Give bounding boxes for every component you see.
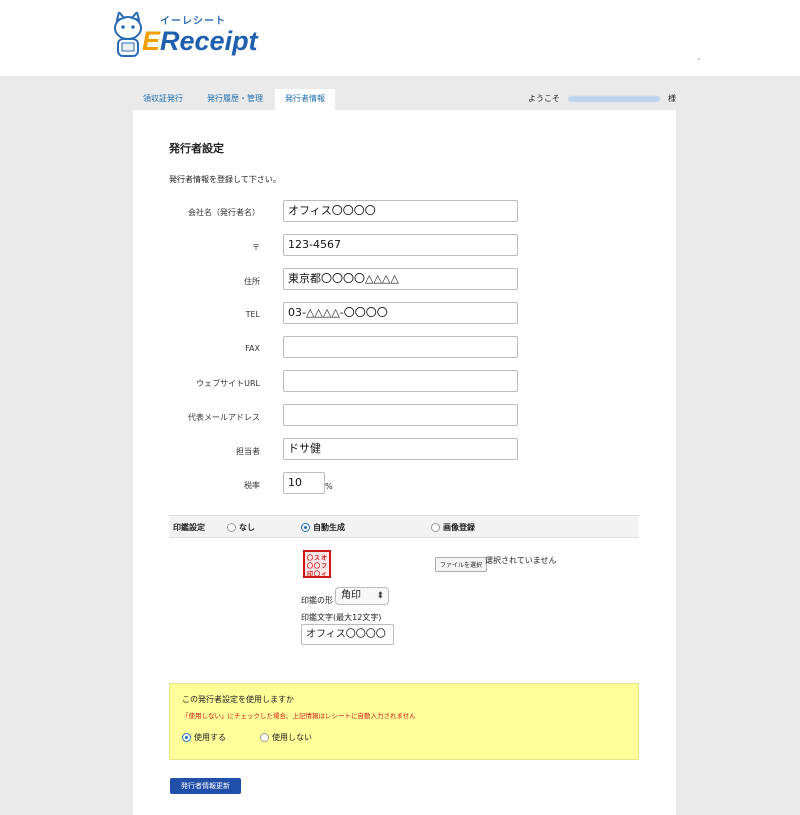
header-bar: イーレシート EReceipt <box>0 0 800 76</box>
fax-label: FAX <box>245 344 260 353</box>
stamp-text-field[interactable]: オフィス〇〇〇〇 <box>301 624 394 645</box>
tax-rate-unit: % <box>325 482 333 491</box>
logo-wordmark: EReceipt <box>142 26 258 56</box>
intro-text: 発行者情報を登録して下さい。 <box>169 175 281 184</box>
stamp-shape-label: 印鑑の形 <box>301 596 333 605</box>
stamp-text-label: 印鑑文字(最大12文字) <box>301 613 382 622</box>
main-nav: 領収証発行 発行履歴・管理 発行者情報 ようこそ様 <box>133 89 676 110</box>
user-email-blurred <box>568 95 660 102</box>
fax-field[interactable] <box>283 336 518 358</box>
postal-code-label: 〒 <box>252 243 260 252</box>
stamp-option-none[interactable]: なし <box>227 522 255 533</box>
radio-icon <box>227 523 236 532</box>
usage-option-not-use[interactable]: 使用しない <box>260 732 312 743</box>
page-title: 発行者設定 <box>169 142 224 155</box>
stamp-settings-bar: 印鑑設定 なし 自動生成 画像登録 <box>169 515 639 538</box>
tab-issuer-info[interactable]: 発行者情報 <box>275 89 335 110</box>
usage-notice: この発行者設定を使用しますか 「使用しない」にチェックした場合、上記情報はレシー… <box>169 683 639 760</box>
company-name-field[interactable]: オフィス〇〇〇〇 <box>283 200 518 222</box>
tax-rate-label: 税率 <box>244 481 260 490</box>
header-dot <box>698 58 700 60</box>
radio-selected-icon <box>301 523 310 532</box>
tel-label: TEL <box>245 310 260 319</box>
stamp-option-image[interactable]: 画像登録 <box>431 522 475 533</box>
radio-icon <box>260 733 269 742</box>
settings-panel: 発行者設定 発行者情報を登録して下さい。 会社名（発行者名） オフィス〇〇〇〇 … <box>133 110 676 815</box>
stamp-settings-label: 印鑑設定 <box>173 523 205 532</box>
ereceipt-logo[interactable]: イーレシート EReceipt <box>108 8 268 66</box>
tab-history[interactable]: 発行履歴・管理 <box>197 89 273 110</box>
tel-field[interactable]: 03-△△△△-〇〇〇〇 <box>283 302 518 324</box>
logo-kana: イーレシート <box>160 16 226 27</box>
stamp-option-auto[interactable]: 自動生成 <box>301 522 345 533</box>
choose-file-button[interactable]: ファイルを選択 <box>435 557 488 572</box>
usage-question: この発行者設定を使用しますか <box>182 695 294 704</box>
usage-option-use[interactable]: 使用する <box>182 732 226 743</box>
stamp-shape-select[interactable]: 角印 <box>335 587 389 605</box>
file-status-text: 選択されていません <box>485 556 557 565</box>
cat-mascot-icon <box>114 12 142 57</box>
contact-person-field[interactable]: ドサ健 <box>283 438 518 460</box>
email-label: 代表メールアドレス <box>188 413 260 422</box>
tab-receipt-issue[interactable]: 領収証発行 <box>133 89 193 110</box>
address-label: 住所 <box>244 277 260 286</box>
contact-person-label: 担当者 <box>236 447 260 456</box>
address-field[interactable]: 東京都〇〇〇〇△△△△ <box>283 268 518 290</box>
email-field[interactable] <box>283 404 518 426</box>
website-url-label: ウェブサイトURL <box>196 379 260 388</box>
tax-rate-field[interactable]: 10 <box>283 472 325 494</box>
stamp-preview: オ フ ィ ス 〇 〇 〇 〇 印 <box>303 550 331 578</box>
welcome-text: ようこそ様 <box>528 94 676 103</box>
radio-icon <box>431 523 440 532</box>
website-url-field[interactable] <box>283 370 518 392</box>
update-issuer-button[interactable]: 発行者情報更新 <box>170 778 241 794</box>
radio-selected-icon <box>182 733 191 742</box>
usage-warning: 「使用しない」にチェックした場合、上記情報はレシートに自動入力されません <box>182 712 416 720</box>
company-name-label: 会社名（発行者名） <box>188 208 260 217</box>
postal-code-field[interactable]: 123-4567 <box>283 234 518 256</box>
